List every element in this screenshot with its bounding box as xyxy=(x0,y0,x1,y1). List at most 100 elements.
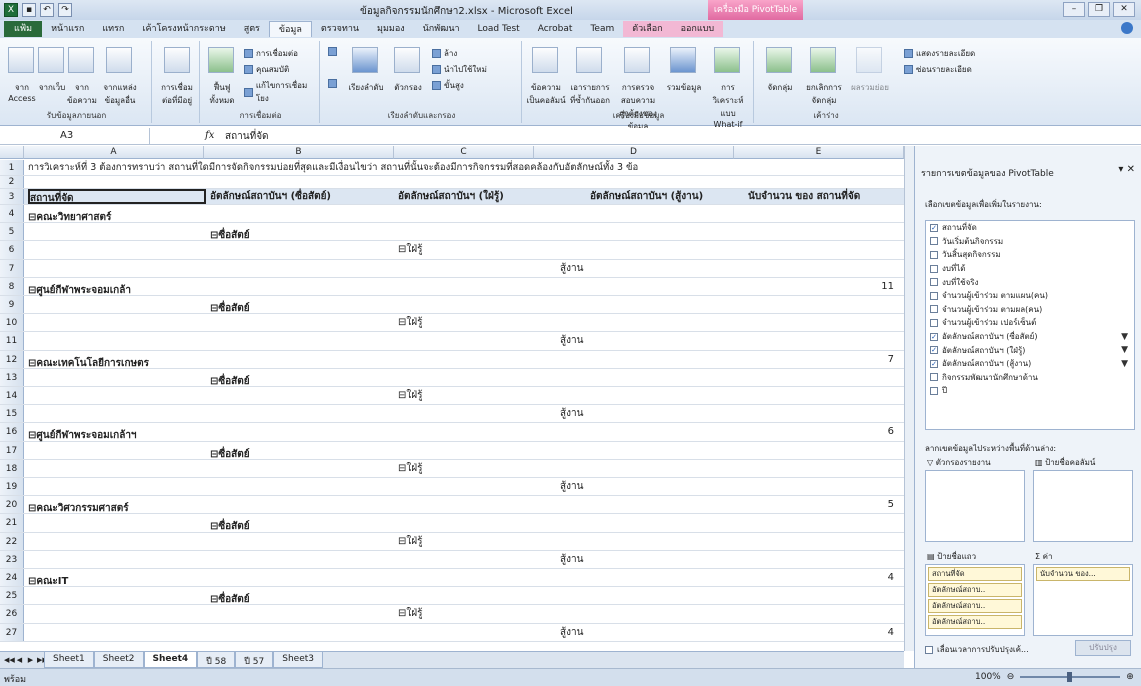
row-number[interactable]: 21 xyxy=(0,514,24,532)
pivot-field-item[interactable]: วันเริ่มต้นกิจกรรม xyxy=(926,235,1134,249)
refresh-all-button[interactable] xyxy=(208,47,234,73)
row-number[interactable]: 5 xyxy=(0,223,24,241)
row-number[interactable]: 4 xyxy=(0,205,24,223)
pivot-cell-d[interactable]: สู้งาน xyxy=(560,405,583,422)
reapply-link[interactable]: นำไปใช้ใหม่ xyxy=(432,63,487,76)
update-button[interactable]: ปรับปรุง xyxy=(1075,640,1131,656)
prev-sheet-icon[interactable]: ◀ xyxy=(15,655,24,665)
text-to-columns-button[interactable] xyxy=(532,47,558,73)
row-number[interactable]: 17 xyxy=(0,441,24,459)
formula-input[interactable]: สถานที่จัด xyxy=(225,129,269,144)
first-sheet-icon[interactable]: ◀◀ xyxy=(4,655,15,665)
values-zone[interactable]: นับจำนวน ของ... xyxy=(1033,564,1133,636)
zoom-level[interactable]: 100% xyxy=(975,672,1001,682)
row-number[interactable]: 12 xyxy=(0,350,24,368)
row-number[interactable]: 2 xyxy=(0,176,24,189)
row-number[interactable]: 18 xyxy=(0,459,24,477)
row-number[interactable]: 24 xyxy=(0,569,24,587)
pivot-count-cell[interactable]: 4 xyxy=(734,624,894,641)
ribbon-tab[interactable]: หน้าแรก xyxy=(42,21,93,37)
pivot-header-place[interactable]: สถานที่จัด xyxy=(28,189,206,204)
field-checkbox[interactable]: ✓ xyxy=(930,223,938,232)
from-access-button[interactable] xyxy=(8,47,34,73)
ribbon-tab[interactable]: Acrobat xyxy=(529,21,582,37)
next-sheet-icon[interactable]: ▶ xyxy=(26,655,35,665)
pivot-field-item[interactable]: จำนวนผู้เข้าร่วม ตามแผน(คน) xyxy=(926,289,1134,303)
field-checkbox[interactable] xyxy=(930,264,938,273)
properties-link[interactable]: คุณสมบัติ xyxy=(244,63,289,76)
field-checkbox[interactable] xyxy=(930,278,938,287)
pivot-count-cell[interactable]: 6 xyxy=(734,423,894,440)
ribbon-tab[interactable]: ตรวจทาน xyxy=(312,21,368,37)
pivot-field-item[interactable]: กิจกรรมพัฒนานักศึกษาด้าน xyxy=(926,371,1134,385)
help-icon[interactable] xyxy=(1121,22,1133,34)
redo-icon[interactable]: ↷ xyxy=(58,3,72,17)
close-icon[interactable]: ✕ xyxy=(1113,2,1135,17)
row-field-chip[interactable]: อัตลักษณ์สถาบ.. xyxy=(928,615,1022,629)
row-number[interactable]: 7 xyxy=(0,259,24,277)
value-field-chip[interactable]: นับจำนวน ของ... xyxy=(1036,567,1130,581)
pivot-cell-c[interactable]: ⊟ใฝ่รู้ xyxy=(398,605,423,622)
pivot-count-cell[interactable]: 7 xyxy=(734,351,894,368)
select-all-corner[interactable] xyxy=(0,146,24,159)
field-checkbox[interactable] xyxy=(930,291,938,300)
pivot-cell-c[interactable]: ⊟ใฝ่รู้ xyxy=(398,387,423,404)
name-box[interactable]: A3 xyxy=(0,128,150,145)
defer-update[interactable]: เลื่อนเวลาการปรับปรุงเค้... xyxy=(925,643,1029,656)
ribbon-tab[interactable]: สูตร xyxy=(235,21,269,37)
row-number[interactable]: 3 xyxy=(0,189,24,204)
row-number[interactable]: 6 xyxy=(0,241,24,259)
sheet-tab[interactable]: Sheet2 xyxy=(93,652,144,668)
from-web-button[interactable] xyxy=(38,47,64,73)
ribbon-tab[interactable]: แทรก xyxy=(93,21,133,37)
row-number[interactable]: 9 xyxy=(0,296,24,314)
pivot-field-item[interactable]: วันสิ้นสุดกิจกรรม xyxy=(926,248,1134,262)
pivot-cell-c[interactable]: ⊟ใฝ่รู้ xyxy=(398,460,423,477)
row-number[interactable]: 14 xyxy=(0,387,24,405)
fx-icon[interactable]: fx xyxy=(205,130,214,141)
field-checkbox[interactable]: ✓ xyxy=(930,332,938,341)
ribbon-tab[interactable]: นักพัฒนา xyxy=(414,21,469,37)
pivot-cell-c[interactable]: ⊟ใฝ่รู้ xyxy=(398,241,423,258)
pivot-header-work[interactable]: อัตลักษณ์สถาบันฯ (สู้งาน) xyxy=(590,189,703,204)
column-header-e[interactable]: E xyxy=(734,146,904,159)
ribbon-tab[interactable]: ตัวเลือก xyxy=(623,21,672,37)
advanced-link[interactable]: ขั้นสูง xyxy=(432,79,464,92)
column-header-c[interactable]: C xyxy=(394,146,534,159)
column-header-b[interactable]: B xyxy=(204,146,394,159)
pivot-header-learn[interactable]: อัตลักษณ์สถาบันฯ (ใฝ่รู้) xyxy=(398,189,504,204)
vertical-scrollbar[interactable] xyxy=(904,146,914,651)
pivot-count-cell[interactable]: 11 xyxy=(734,278,894,295)
minimize-icon[interactable]: – xyxy=(1063,2,1085,17)
pivot-field-item[interactable]: จำนวนผู้เข้าร่วม ตามผล(คน) xyxy=(926,303,1134,317)
defer-checkbox[interactable] xyxy=(925,645,933,654)
pivot-header-count[interactable]: นับจำนวน ของ สถานที่จัด xyxy=(748,189,860,204)
edit-links-link[interactable]: แก้ไขการเชื่อมโยง xyxy=(244,79,319,105)
zoom-slider[interactable] xyxy=(1020,672,1121,682)
ribbon-tab[interactable]: Load Test xyxy=(469,21,529,37)
pivot-field-item[interactable]: ✓ สถานที่จัด xyxy=(926,221,1134,235)
sheet-tab[interactable]: Sheet1 xyxy=(44,652,94,668)
sheet-tab[interactable]: Sheet3 xyxy=(273,652,323,668)
row-number[interactable]: 20 xyxy=(0,496,24,514)
row-labels-zone[interactable]: สถานที่จัด อัตลักษณ์สถาบ.. อัตลักษณ์สถาบ..… xyxy=(925,564,1025,636)
row-number[interactable]: 15 xyxy=(0,405,24,423)
row-number[interactable]: 11 xyxy=(0,332,24,350)
field-checkbox[interactable] xyxy=(930,373,938,382)
row-number[interactable]: 8 xyxy=(0,277,24,295)
filter-button[interactable] xyxy=(394,47,420,73)
save-icon[interactable]: ▪ xyxy=(22,3,36,17)
zoom-in-icon[interactable]: ⊕ xyxy=(1126,672,1134,682)
ribbon-tab[interactable]: แฟ้ม xyxy=(4,21,43,37)
row-field-chip[interactable]: อัตลักษณ์สถาบ.. xyxy=(928,583,1022,597)
ungroup-button[interactable] xyxy=(810,47,836,73)
field-checkbox[interactable]: ✓ xyxy=(930,359,938,368)
pivot-field-item[interactable]: ✓ อัตลักษณ์สถาบันฯ (ซื่อสัตย์) ▼ xyxy=(926,330,1134,344)
field-checkbox[interactable] xyxy=(930,386,938,395)
connections-link[interactable]: การเชื่อมต่อ xyxy=(244,47,298,60)
row-number[interactable]: 16 xyxy=(0,423,24,441)
data-validation-button[interactable] xyxy=(624,47,650,73)
clear-link[interactable]: ล้าง xyxy=(432,47,457,60)
consolidate-button[interactable] xyxy=(670,47,696,73)
ribbon-tab[interactable]: ออกแบบ xyxy=(671,21,724,37)
